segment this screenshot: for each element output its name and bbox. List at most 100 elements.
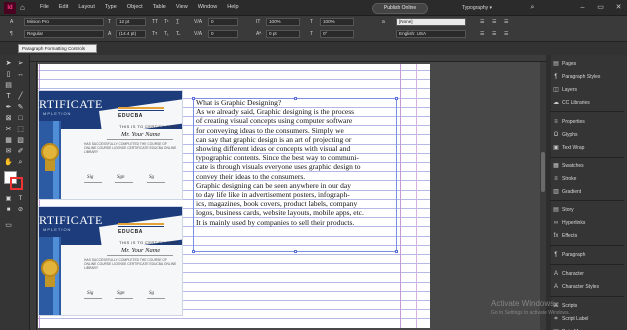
horizontal-ruler[interactable]	[30, 55, 546, 62]
rectangle-tool-icon[interactable]: □	[16, 114, 25, 123]
panel-collapse-strip[interactable]	[546, 55, 551, 330]
paragraph-line: What is Graphic Designing?	[196, 98, 282, 107]
paragraph-formatting-icon[interactable]: ¶	[10, 30, 13, 38]
menu-type[interactable]: Type	[105, 4, 117, 10]
hand-tool-icon[interactable]: ✋	[4, 158, 13, 167]
baseline-shift-field[interactable]: 0 pt	[266, 30, 300, 38]
panel-item-swatches[interactable]: ▦ Swatches	[553, 161, 584, 171]
certificate-image-2[interactable]: RTIFICATE MPLETION EDUCBA THIS IS TO CER…	[38, 206, 183, 316]
panel-item-paragraph[interactable]: ¶ Paragraph	[553, 250, 585, 260]
leading-field[interactable]: (14.4 pt)	[116, 30, 146, 38]
eyedropper-tool-icon[interactable]: ✐	[16, 147, 25, 156]
apply-none-icon[interactable]: ⊘	[16, 206, 25, 215]
panel-item-properties[interactable]: ≡ Properties	[553, 117, 585, 127]
menu-file[interactable]: File	[40, 4, 49, 10]
panel-item-character[interactable]: A Character	[553, 269, 584, 279]
panel-item-effects[interactable]: fx Effects	[553, 231, 578, 241]
publish-online-button[interactable]: Publish Online	[372, 3, 428, 14]
paragraph-text[interactable]: What is Graphic Designing? As we already …	[196, 98, 400, 227]
panel-item-gradient[interactable]: ▥ Gradient	[553, 187, 581, 197]
menu-table[interactable]: Table	[153, 4, 166, 10]
cert-signature-2: Sgn	[117, 175, 125, 180]
certificate-image-1[interactable]: RTIFICATE MPLETION EDUCBA THIS IS TO CER…	[38, 90, 183, 200]
pasteboard[interactable]	[430, 62, 546, 330]
justify-all-icon[interactable]: ☰	[504, 30, 508, 38]
align-left-icon[interactable]: ☰	[480, 18, 484, 26]
strikethrough-icon[interactable]: T̶	[176, 30, 179, 38]
maximize-icon[interactable]: ▭	[596, 3, 605, 12]
frame-handle[interactable]	[294, 250, 297, 253]
justify-icon[interactable]: ☰	[480, 30, 484, 38]
scissors-tool-icon[interactable]: ✂	[4, 125, 13, 134]
note-tool-icon[interactable]: ✉	[4, 147, 13, 156]
align-center-icon[interactable]: ☰	[492, 18, 496, 26]
minimize-icon[interactable]: –	[578, 3, 587, 12]
rectangle-frame-tool-icon[interactable]: ⊠	[4, 114, 13, 123]
panel-item-layers[interactable]: ◫ Layers	[553, 85, 577, 95]
pencil-tool-icon[interactable]: ✎	[16, 103, 25, 112]
type-tool-icon[interactable]: T	[4, 92, 13, 101]
menu-window[interactable]: Window	[198, 4, 218, 10]
underline-icon[interactable]: T̲	[176, 18, 179, 26]
formatting-affects-container-icon[interactable]: ▣	[4, 195, 13, 204]
frame-handle[interactable]	[192, 97, 195, 100]
menu-edit[interactable]: Edit	[59, 4, 68, 10]
vertical-scale-icon: IT	[256, 19, 261, 25]
screen-mode-icon[interactable]: ▭	[4, 221, 13, 230]
panel-item-cc-libraries[interactable]: ☁ CC Libraries	[553, 98, 590, 108]
kerning-field[interactable]: 0	[208, 18, 238, 26]
pen-tool-icon[interactable]: ✒	[4, 103, 13, 112]
font-style-field[interactable]: Regular	[24, 30, 104, 38]
search-icon[interactable]: ⌕	[528, 3, 537, 12]
align-right-icon[interactable]: ☰	[504, 18, 508, 26]
character-style-field[interactable]: [None]	[396, 18, 466, 26]
gradient-tool-icon[interactable]: ▦	[4, 136, 13, 145]
all-caps-icon[interactable]: TT	[152, 18, 158, 26]
menu-object[interactable]: Object	[127, 4, 143, 10]
home-icon[interactable]: ⌂	[20, 4, 28, 12]
selection-tool-icon[interactable]: ➤	[4, 59, 13, 68]
panel-item-pages[interactable]: ▤ Pages	[553, 59, 576, 69]
fill-stroke-swatch[interactable]	[4, 171, 24, 191]
skew-field[interactable]: 0°	[320, 30, 354, 38]
frame-handle[interactable]	[395, 250, 398, 253]
line-tool-icon[interactable]: ╱	[16, 92, 25, 101]
vertical-ruler[interactable]	[30, 62, 37, 330]
panel-item-paragraph-styles[interactable]: ¶ Paragraph Styles	[553, 72, 600, 82]
horizontal-scale-field[interactable]: 100%	[320, 18, 354, 26]
panel-item-glyphs[interactable]: Ω Glyphs	[553, 130, 578, 140]
font-family-field[interactable]: Minion Pro	[24, 18, 104, 26]
free-transform-tool-icon[interactable]: ⬚	[16, 125, 25, 134]
small-caps-icon[interactable]: Tᴛ	[152, 30, 157, 38]
panel-item-stroke[interactable]: ≡ Stroke	[553, 174, 576, 184]
subscript-icon[interactable]: T₁	[164, 30, 169, 38]
frame-handle[interactable]	[192, 250, 195, 253]
zoom-tool-icon[interactable]: ⌕	[16, 158, 25, 167]
character-formatting-icon[interactable]: A	[10, 18, 13, 26]
tracking-field[interactable]: 0	[208, 30, 238, 38]
stroke-swatch[interactable]	[10, 177, 23, 190]
menu-help[interactable]: Help	[227, 4, 238, 10]
direct-selection-tool-icon[interactable]: ➢	[16, 59, 25, 68]
vertical-scale-field[interactable]: 100%	[266, 18, 300, 26]
font-size-field[interactable]: 12 pt	[116, 18, 146, 26]
gap-tool-icon[interactable]: ↔	[16, 70, 25, 79]
panel-item-hyperlinks[interactable]: ∞ Hyperlinks	[553, 218, 585, 228]
close-icon[interactable]: ✕	[614, 3, 623, 12]
justify-center-icon[interactable]: ☰	[492, 30, 496, 38]
formatting-affects-text-icon[interactable]: T	[16, 195, 25, 204]
menu-layout[interactable]: Layout	[78, 4, 95, 10]
workspace-switcher[interactable]: Typography ▾	[462, 5, 492, 11]
page-tool-icon[interactable]: ▯	[4, 70, 13, 79]
panel-item-text-wrap[interactable]: ▣ Text Wrap	[553, 143, 584, 153]
panel-item-character-styles[interactable]: A Character Styles	[553, 282, 599, 292]
superscript-icon[interactable]: T¹	[164, 18, 169, 26]
apply-color-icon[interactable]: ■	[4, 206, 13, 215]
gradient-feather-tool-icon[interactable]: ▧	[16, 136, 25, 145]
scrollbar-thumb[interactable]	[541, 152, 545, 192]
menu-view[interactable]: View	[176, 4, 188, 10]
app-logo[interactable]: Id	[4, 2, 16, 14]
content-collector-icon[interactable]: ▤	[4, 81, 13, 90]
panel-item-story[interactable]: ▤ Story	[553, 205, 574, 215]
language-field[interactable]: English: USA	[396, 30, 466, 38]
